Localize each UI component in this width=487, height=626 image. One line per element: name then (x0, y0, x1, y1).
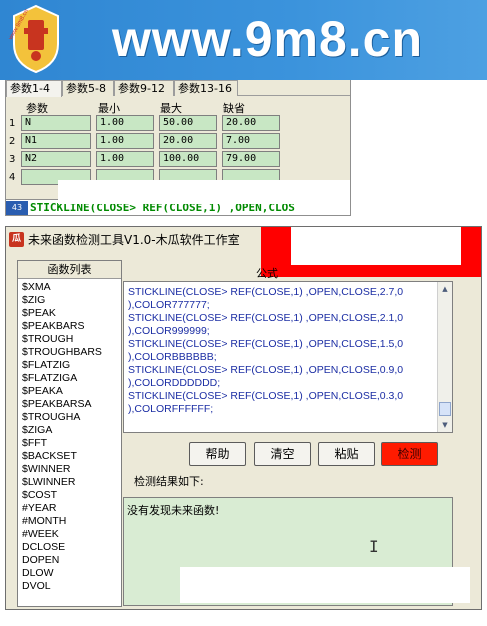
scroll-up-icon[interactable]: ▲ (439, 283, 451, 295)
column-header-max: 最大 (160, 102, 182, 115)
tab-params-1-4[interactable]: 参数1-4 (6, 80, 62, 97)
param-name-cell[interactable]: N1 (21, 133, 91, 149)
row-number: 3 (9, 154, 16, 165)
detect-button[interactable]: 检测 (381, 442, 438, 466)
column-header-min: 最小 (98, 102, 120, 115)
overlay-white-block (291, 227, 461, 265)
function-list-item[interactable]: $WINNER (22, 463, 120, 476)
overlay-blank-box (58, 180, 350, 204)
formula-scrollbar[interactable]: ▲ ▼ (437, 282, 452, 432)
function-list-item[interactable]: $XMA (22, 281, 120, 294)
site-banner: www.9m8.cn www.9m8.cn (0, 0, 487, 80)
param-min-cell[interactable]: 1.00 (96, 115, 154, 131)
parameter-tabs: 参数1-4 参数5-8 参数9-12 参数13-16 (6, 80, 350, 97)
function-list-item[interactable]: $TROUGHBARS (22, 346, 120, 359)
function-list[interactable]: 函数列表 $XMA $ZIG $PEAK $PEAKBARS $TROUGH $TROUG… (17, 260, 122, 607)
row-number: 1 (9, 118, 16, 129)
line-number-marker: 43 (6, 201, 28, 215)
formula-textarea[interactable]: STICKLINE(CLOSE> REF(CLOSE,1) ,OPEN,CLOS… (123, 281, 453, 433)
tab-params-13-16[interactable]: 参数13-16 (174, 80, 238, 96)
param-default-cell[interactable]: 79.00 (222, 151, 280, 167)
function-list-item[interactable]: #YEAR (22, 502, 120, 515)
result-label: 检测结果如下: (134, 475, 204, 488)
function-list-item[interactable]: $TROUGH (22, 333, 120, 346)
function-list-item[interactable]: $TROUGHA (22, 411, 120, 424)
column-header-default: 缺省 (223, 102, 245, 115)
function-list-item[interactable]: $ZIG (22, 294, 120, 307)
function-list-item[interactable]: DOPEN (22, 554, 120, 567)
param-default-cell[interactable]: 20.00 (222, 115, 280, 131)
function-list-item[interactable]: DCLOSE (22, 541, 120, 554)
function-list-item[interactable]: $ZIGA (22, 424, 120, 437)
clear-button[interactable]: 清空 (254, 442, 311, 466)
row-number: 4 (9, 172, 16, 183)
function-list-item[interactable]: $PEAKBARS (22, 320, 120, 333)
param-name-cell[interactable]: N (21, 115, 91, 131)
param-max-cell[interactable]: 50.00 (159, 115, 217, 131)
function-list-header: 函数列表 (18, 261, 121, 279)
site-logo-icon (13, 4, 59, 74)
paste-button[interactable]: 粘贴 (318, 442, 375, 466)
tab-params-5-8[interactable]: 参数5-8 (62, 80, 114, 96)
function-list-items: $XMA $ZIG $PEAK $PEAKBARS $TROUGH $TROUGHBARS… (22, 281, 120, 593)
param-name-cell[interactable]: N2 (21, 151, 91, 167)
function-list-item[interactable]: #WEEK (22, 528, 120, 541)
column-header-param: 参数 (26, 102, 48, 115)
formula-content: STICKLINE(CLOSE> REF(CLOSE,1) ,OPEN,CLOS… (128, 286, 404, 415)
overlay-white-box (180, 567, 470, 603)
function-list-item[interactable]: $LWINNER (22, 476, 120, 489)
row-number: 2 (9, 136, 16, 147)
param-default-cell[interactable]: 7.00 (222, 133, 280, 149)
detection-tool-window: 瓜 未来函数检测工具V1.0-木瓜软件工作室 函数列表 $XMA $ZIG $PEA… (5, 226, 482, 610)
scroll-down-icon[interactable]: ▼ (439, 419, 451, 431)
function-list-item[interactable]: $PEAKA (22, 385, 120, 398)
help-button[interactable]: 帮助 (189, 442, 246, 466)
function-list-item[interactable]: $BACKSET (22, 450, 120, 463)
function-list-item[interactable]: DVOL (22, 580, 120, 593)
text-cursor-icon: I (369, 537, 379, 556)
app-icon: 瓜 (9, 232, 24, 247)
param-max-cell[interactable]: 20.00 (159, 133, 217, 149)
function-list-item[interactable]: $COST (22, 489, 120, 502)
function-list-item[interactable]: $FFT (22, 437, 120, 450)
function-list-item[interactable]: $FLATZIG (22, 359, 120, 372)
param-max-cell[interactable]: 100.00 (159, 151, 217, 167)
function-list-item[interactable]: $FLATZIGA (22, 372, 120, 385)
site-url-text[interactable]: www.9m8.cn (112, 6, 423, 72)
scroll-thumb[interactable] (439, 402, 451, 416)
function-list-item[interactable]: $PEAKBARSA (22, 398, 120, 411)
window-title: 未来函数检测工具V1.0-木瓜软件工作室 (28, 233, 240, 247)
param-min-cell[interactable]: 1.00 (96, 133, 154, 149)
formula-label: 公式 (256, 267, 278, 280)
result-content: 没有发现未来函数! (127, 504, 220, 517)
function-list-item[interactable]: $PEAK (22, 307, 120, 320)
function-list-item[interactable]: #MONTH (22, 515, 120, 528)
param-min-cell[interactable]: 1.00 (96, 151, 154, 167)
result-textarea[interactable]: 没有发现未来函数! I (123, 497, 470, 606)
function-list-item[interactable]: DLOW (22, 567, 120, 580)
tab-params-9-12[interactable]: 参数9-12 (114, 80, 174, 96)
